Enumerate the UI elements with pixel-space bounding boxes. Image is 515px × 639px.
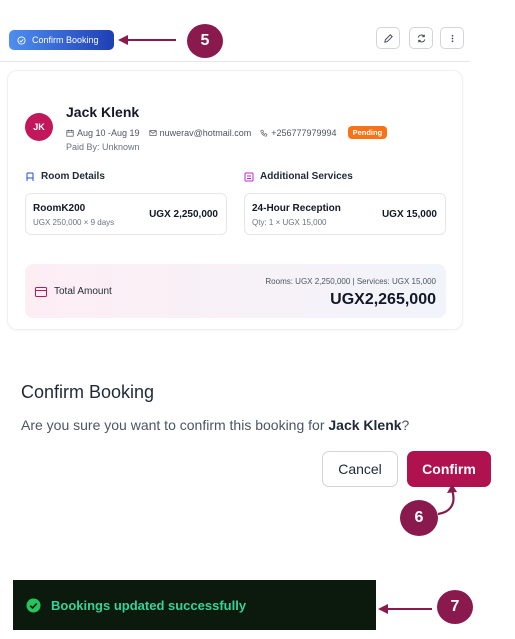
curved-arrow-icon [437, 484, 457, 516]
confirm-booking-label: Confirm Booking [32, 35, 99, 45]
service-item: 24-Hour Reception Qty: 1 × UGX 15,000 UG… [244, 193, 446, 235]
bed-icon [26, 172, 34, 181]
service-price: UGX 15,000 [381, 209, 437, 220]
check-circle-icon [26, 597, 41, 613]
more-options-button[interactable] [440, 27, 464, 49]
dialog-guest-name: Jack Klenk [328, 417, 402, 433]
services-icon [244, 172, 254, 181]
phone-icon [260, 129, 268, 137]
confirm-dialog: Confirm Booking Are you sure you want to… [0, 360, 515, 540]
booking-dates: Aug 10 -Aug 19 [77, 127, 140, 138]
room-name: RoomK200 [33, 203, 86, 214]
refresh-button[interactable] [409, 27, 433, 49]
additional-services-heading: Additional Services [244, 171, 353, 182]
total-amount-heading: Total Amount [35, 286, 112, 297]
cancel-button[interactable]: Cancel [322, 451, 398, 487]
step-badge: 5 [187, 24, 223, 58]
vertical-dots-icon [451, 34, 453, 42]
left-arrow-icon [118, 35, 176, 45]
status-badge: Pending [347, 126, 388, 139]
room-details-title: Room Details [41, 171, 105, 182]
room-details-heading: Room Details [25, 171, 105, 182]
calendar-icon [66, 129, 74, 137]
left-arrow-icon [378, 604, 432, 614]
toast-panel: Bookings updated successfully 7 [0, 580, 515, 639]
total-breakdown: Rooms: UGX 2,250,000 | Services: UGX 15,… [265, 277, 436, 286]
confirm-booking-button[interactable]: Confirm Booking [9, 30, 114, 50]
guest-email: nuwerav@hotmail.com [159, 127, 252, 138]
guest-phone: +256777979994 [271, 127, 337, 138]
guest-meta-row: Aug 10 -Aug 19 nuwerav@hotmail.com +2567… [66, 126, 388, 139]
total-amount-box: Total Amount Rooms: UGX 2,250,000 | Serv… [25, 264, 446, 318]
step-badge: 6 [400, 500, 438, 536]
service-name: 24-Hour Reception [252, 203, 341, 214]
avatar: JK [25, 113, 53, 141]
guest-name: Jack Klenk [66, 104, 140, 120]
paid-by-text: Paid By: Unknown [66, 142, 140, 152]
pencil-icon [383, 33, 393, 43]
room-item: RoomK200 UGX 250,000 × 9 days UGX 2,250,… [25, 193, 227, 235]
service-qty: Qty: 1 × UGX 15,000 [252, 218, 327, 227]
wallet-icon [35, 286, 47, 297]
toast-message: Bookings updated successfully [51, 597, 247, 613]
room-price: UGX 2,250,000 [149, 209, 218, 220]
booking-toolbar: Confirm Booking 5 [0, 0, 470, 62]
edit-button[interactable] [376, 27, 400, 49]
booking-details-panel: Confirm Booking 5 JK Jack Klenk Aug 10 -… [0, 0, 470, 330]
additional-services-title: Additional Services [260, 171, 353, 182]
step-badge: 7 [437, 590, 473, 624]
dialog-message: Are you sure you want to confirm this bo… [21, 417, 409, 433]
total-amount-value: UGX2,265,000 [330, 291, 436, 308]
room-rate: UGX 250,000 × 9 days [33, 218, 115, 227]
dialog-title: Confirm Booking [21, 382, 155, 402]
dialog-message-prefix: Are you sure you want to confirm this bo… [21, 417, 329, 433]
success-toast: Bookings updated successfully [13, 580, 376, 630]
mail-icon [149, 129, 157, 136]
refresh-icon [417, 34, 425, 42]
total-amount-label: Total Amount [54, 286, 112, 297]
check-circle-icon [17, 35, 26, 45]
dialog-message-suffix: ? [401, 417, 410, 433]
confirm-button[interactable]: Confirm [407, 451, 491, 487]
